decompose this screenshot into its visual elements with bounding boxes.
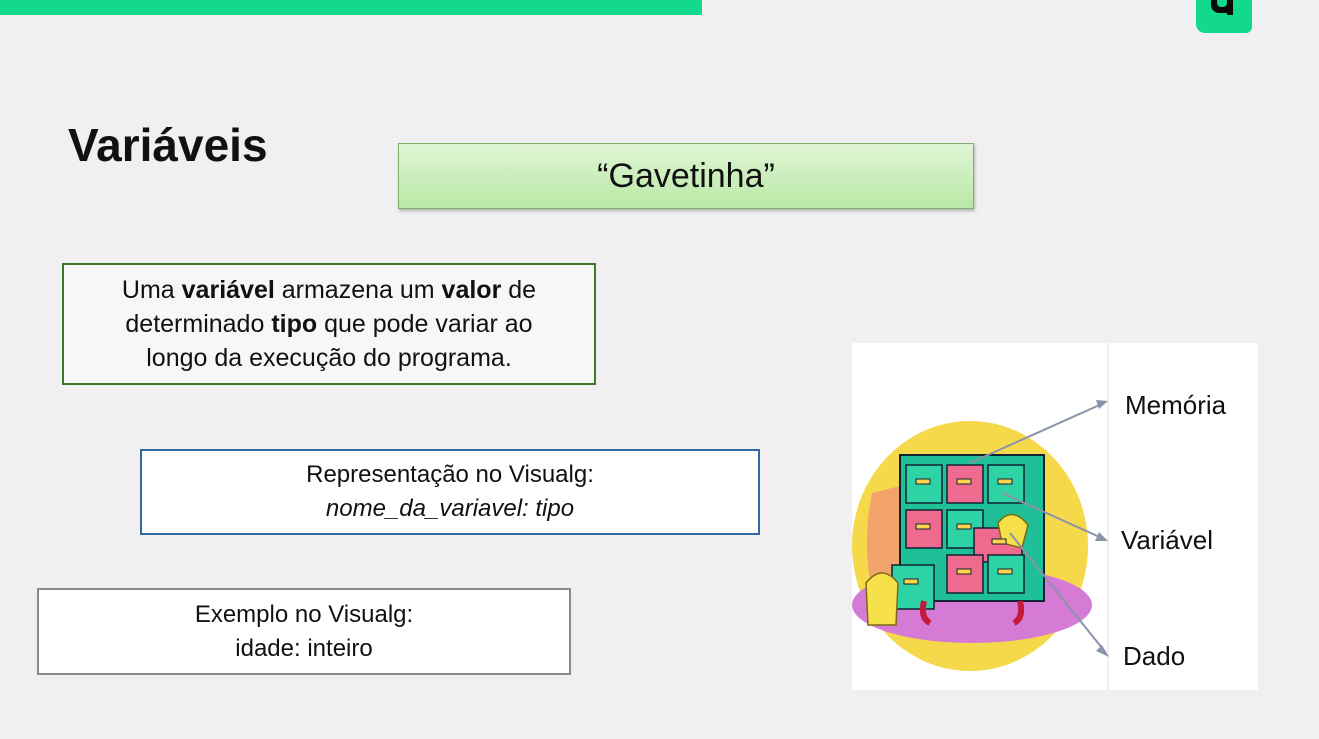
example-code: idade: inteiro (235, 634, 373, 662)
definition-box: Uma variável armazena um valor de determ… (62, 263, 596, 385)
representation-box: Representação no Visualg: nome_da_variav… (140, 449, 760, 535)
representation-heading: Representação no Visualg: (306, 461, 594, 488)
data-label: Dado (1123, 641, 1186, 671)
def-part-bold: variável (181, 276, 275, 304)
brand-logo (1196, 0, 1252, 33)
top-accent-bar (0, 0, 702, 15)
representation-syntax: nome_da_variavel: tipo (325, 495, 575, 522)
def-part-bold: valor (441, 276, 502, 304)
slide-title: Variáveis (68, 119, 268, 171)
logo-glyph (1208, 0, 1234, 19)
memory-label: Memória (1125, 390, 1227, 420)
example-box: Exemplo no Visualg: idade: inteiro (37, 588, 571, 675)
def-part-bold: tipo (271, 310, 318, 338)
banner-text: “Gavetinha” (597, 156, 775, 195)
example-heading: Exemplo no Visualg: (194, 600, 414, 628)
variable-diagram: Memória Variável Dado (852, 343, 1258, 690)
def-part: armazena um (274, 276, 442, 304)
gavetinha-banner: “Gavetinha” (398, 143, 974, 209)
definition-text: Uma variável armazena um valor de determ… (94, 273, 564, 375)
variable-label: Variável (1121, 525, 1214, 555)
def-part: Uma (121, 276, 182, 304)
